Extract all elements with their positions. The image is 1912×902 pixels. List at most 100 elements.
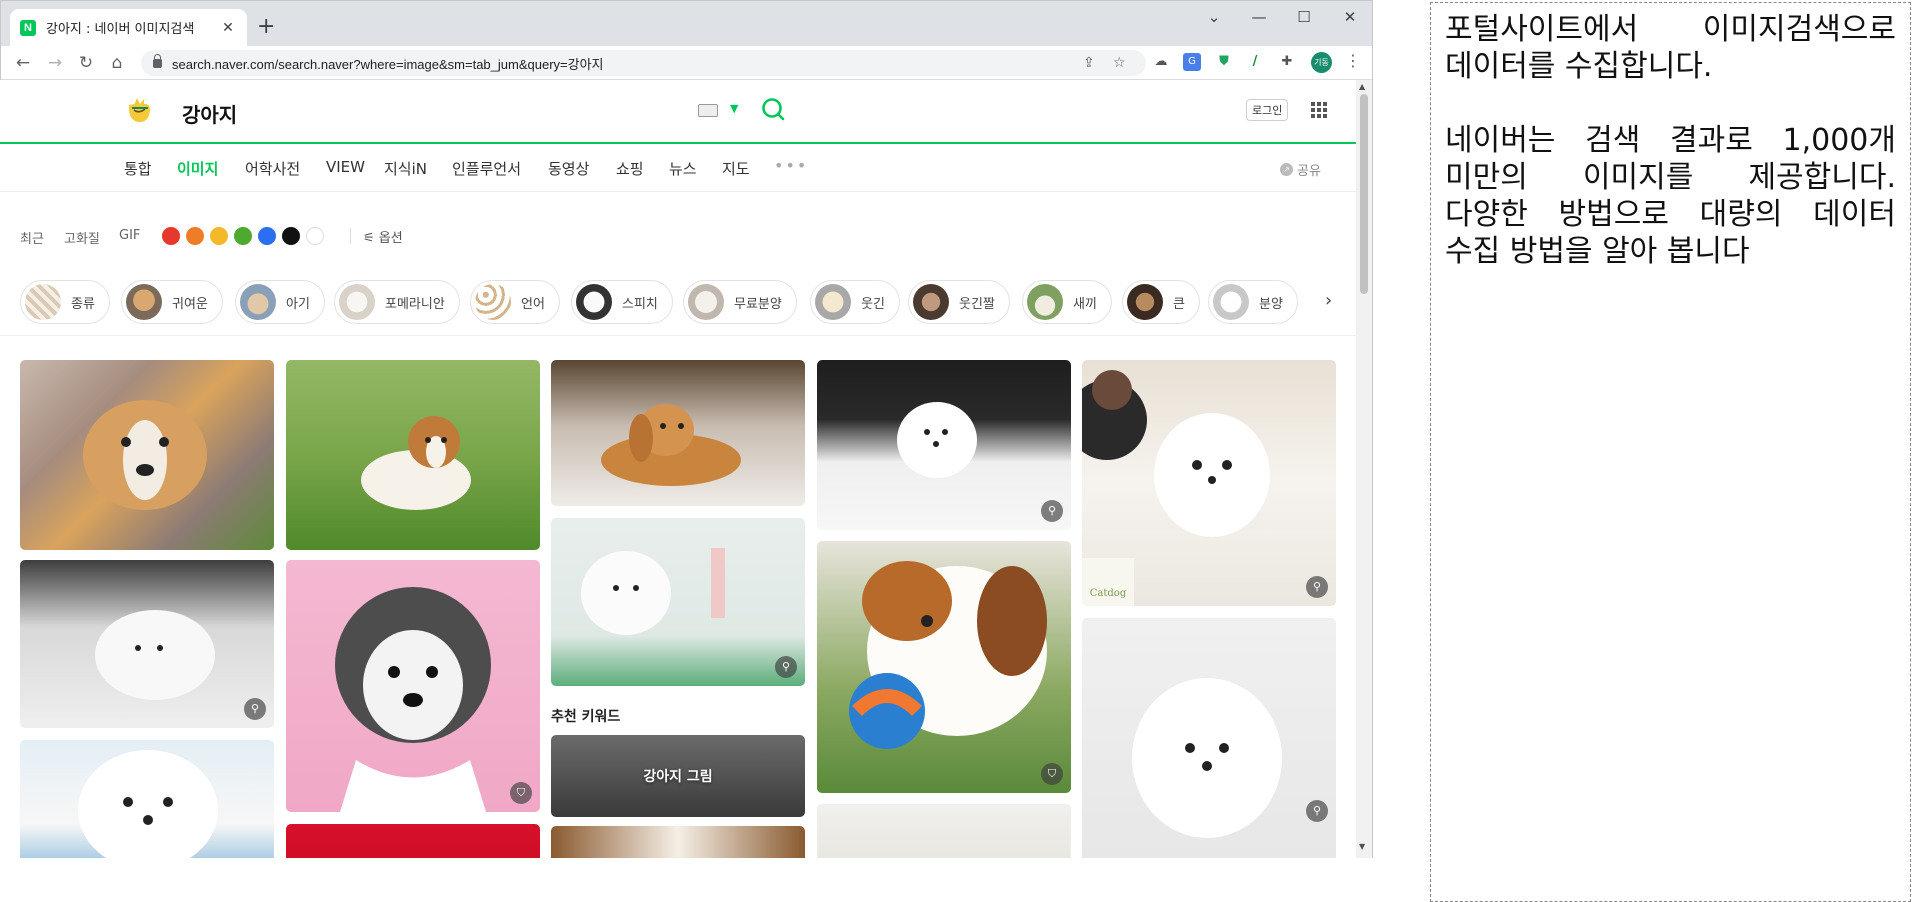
chip-keyword[interactable]: 큰 <box>1122 280 1200 324</box>
chip-keyword[interactable]: 새끼 <box>1022 280 1112 324</box>
filter-recent[interactable]: 최근 <box>20 228 44 247</box>
color-filter-yellow[interactable] <box>210 227 228 245</box>
image-result[interactable]: ⚲ <box>817 360 1071 530</box>
location-pin-icon[interactable]: ⚲ <box>775 656 797 678</box>
shopping-bag-icon[interactable]: ⛉ <box>510 782 532 804</box>
color-filter-red[interactable] <box>162 227 180 245</box>
puzzle-extensions-icon[interactable]: ✚ <box>1278 53 1296 71</box>
tab-influencer[interactable]: 인플루언서 <box>452 158 521 179</box>
image-result[interactable]: Catdog ⚲ <box>1082 360 1336 606</box>
annotation-paragraph-2: 네이버는 검색 결과로 1,000개 미만의 이미지를 제공합니다. 다양한 방… <box>1445 123 1896 269</box>
scroll-thumb[interactable] <box>1360 94 1368 294</box>
chip-keyword[interactable]: 분양 <box>1208 280 1298 324</box>
filter-gif[interactable]: GIF <box>119 228 140 243</box>
image-result[interactable] <box>551 360 805 506</box>
chip-keyword[interactable]: 언어 <box>470 280 560 324</box>
image-result[interactable]: ⛉ <box>817 541 1071 793</box>
color-filter-green[interactable] <box>234 227 252 245</box>
tab-search-dropdown-icon[interactable]: ⌄ <box>1199 7 1229 27</box>
recommend-keyword-card[interactable]: 강아지 그림 <box>551 735 805 817</box>
tab-map[interactable]: 지도 <box>722 158 750 179</box>
chip-keyword[interactable]: 스피치 <box>571 280 673 324</box>
tab-shopping[interactable]: 쇼핑 <box>616 158 644 179</box>
keyboard-icon[interactable] <box>698 104 718 117</box>
chip-thumbnail <box>1213 284 1249 320</box>
chip-keyword[interactable]: 웃긴 <box>810 280 900 324</box>
image-result[interactable] <box>817 804 1071 858</box>
naver-favicon-icon: N <box>20 19 36 36</box>
chevron-right-icon[interactable]: › <box>1325 290 1332 311</box>
beagle-with-ball-image <box>849 561 1047 749</box>
image-result[interactable]: ⛉ <box>286 560 540 812</box>
share-label: 공유 <box>1297 164 1321 179</box>
image-result[interactable]: ⚲ <box>551 518 805 686</box>
image-result[interactable]: ⚲ <box>20 560 274 728</box>
back-button[interactable]: ← <box>11 51 35 75</box>
image-result[interactable] <box>286 824 540 858</box>
filter-hd[interactable]: 고화질 <box>64 228 100 247</box>
share-page-icon[interactable]: ⇪ <box>1083 50 1095 76</box>
tab-integrated[interactable]: 통합 <box>124 158 152 179</box>
color-filter-blue[interactable] <box>258 227 276 245</box>
option-button[interactable]: ⚟ 옵션 <box>363 227 403 246</box>
color-filter-black[interactable] <box>282 227 300 245</box>
scroll-down-icon[interactable]: ▼ <box>1359 842 1365 851</box>
image-result[interactable] <box>20 740 274 858</box>
option-label: 옵션 <box>378 231 403 246</box>
image-result[interactable]: ⚲ <box>1082 618 1336 858</box>
address-bar[interactable]: search.naver.com/search.naver?where=imag… <box>141 50 1146 76</box>
tab-view[interactable]: VIEW <box>326 158 365 176</box>
location-pin-icon[interactable]: ⚲ <box>1306 576 1328 598</box>
new-tab-button[interactable]: + <box>257 13 275 41</box>
location-pin-icon[interactable]: ⚲ <box>1306 800 1328 822</box>
image-result[interactable] <box>20 360 274 550</box>
home-button[interactable]: ⌂ <box>105 51 129 75</box>
chip-keyword[interactable]: 무료분양 <box>683 280 797 324</box>
chip-keyword[interactable]: 웃긴짤 <box>908 280 1010 324</box>
reload-button[interactable]: ↻ <box>74 51 98 75</box>
search-icon[interactable] <box>760 96 786 122</box>
chevron-down-icon[interactable]: ▼ <box>730 102 738 115</box>
translate-extension-icon[interactable]: G <box>1183 53 1201 71</box>
scroll-up-icon[interactable]: ▲ <box>1359 82 1365 91</box>
browser-tab[interactable]: N 강아지 : 네이버 이미지검색 ✕ <box>10 9 247 46</box>
search-query-text[interactable]: 강아지 <box>182 99 237 128</box>
pen-extension-icon[interactable]: / <box>1246 53 1264 71</box>
location-pin-icon[interactable]: ⚲ <box>1041 500 1063 522</box>
tab-video[interactable]: 동영상 <box>548 158 589 179</box>
profile-avatar[interactable]: 기동 <box>1311 52 1332 73</box>
browser-menu-icon[interactable]: ⋮ <box>1345 51 1361 70</box>
minimize-button[interactable]: — <box>1244 7 1274 27</box>
login-button[interactable]: 로그인 <box>1246 99 1289 121</box>
location-pin-icon[interactable]: ⚲ <box>244 698 266 720</box>
chip-keyword[interactable]: 포메라니안 <box>334 280 460 324</box>
chip-keyword[interactable]: 귀여운 <box>121 280 223 324</box>
forward-button[interactable]: → <box>43 51 67 75</box>
bookmark-star-icon[interactable]: ☆ <box>1113 50 1126 76</box>
puppy-image <box>1132 678 1282 838</box>
color-filter-white[interactable] <box>306 227 324 245</box>
apps-grid-icon[interactable] <box>1311 102 1327 118</box>
chip-keyword[interactable]: 아기 <box>235 280 325 324</box>
share-button[interactable]: ↗ 공유 <box>1280 160 1321 179</box>
tab-news[interactable]: 뉴스 <box>669 158 697 179</box>
shield-extension-icon[interactable]: ⛊ <box>1215 53 1233 71</box>
color-filter-orange[interactable] <box>186 227 204 245</box>
shopping-bag-icon[interactable]: ⛉ <box>1041 763 1063 785</box>
naver-logo-icon[interactable] <box>125 96 153 124</box>
recommend-keyword-label: 강아지 그림 <box>643 769 713 785</box>
tab-image[interactable]: 이미지 <box>177 158 218 179</box>
filter-divider <box>350 228 351 244</box>
close-window-button[interactable]: ✕ <box>1335 7 1365 27</box>
chip-keyword[interactable]: 종류 <box>20 280 110 324</box>
tab-kin[interactable]: 지식iN <box>384 158 427 179</box>
maximize-button[interactable]: ☐ <box>1289 7 1319 27</box>
close-tab-icon[interactable]: ✕ <box>219 20 237 36</box>
tab-dictionary[interactable]: 어학사전 <box>245 158 300 179</box>
lock-icon <box>153 53 162 68</box>
more-tabs-icon[interactable]: ••• <box>774 156 808 175</box>
image-result[interactable] <box>286 360 540 550</box>
cloud-extension-icon[interactable]: ☁ <box>1152 53 1170 71</box>
image-result[interactable] <box>551 826 805 858</box>
page-scrollbar[interactable]: ▲ ▼ <box>1356 80 1372 858</box>
